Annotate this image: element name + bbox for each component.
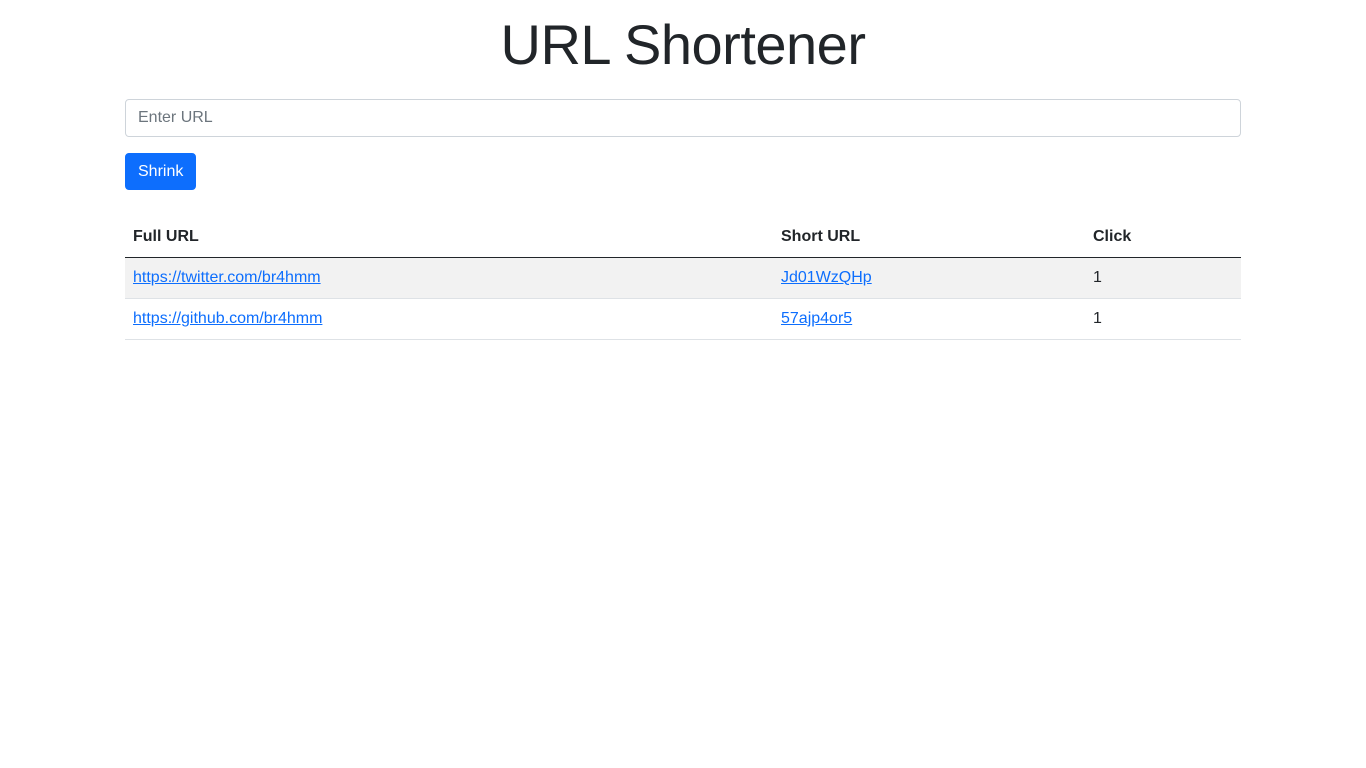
table-header: Full URL Short URL Click [125,217,1241,258]
full-url-cell: https://twitter.com/br4hmm [125,257,773,299]
short-url-cell: Jd01WzQHp [773,257,1085,299]
links-table: Full URL Short URL Click https://twitter… [125,217,1241,340]
url-input[interactable] [125,99,1241,137]
table-body: https://twitter.com/br4hmm Jd01WzQHp 1 h… [125,257,1241,340]
main-container: URL Shortener Shrink Full URL Short URL … [125,0,1241,340]
shrink-button[interactable]: Shrink [125,153,197,190]
short-url-cell: 57ajp4or5 [773,298,1085,340]
table-row: https://github.com/br4hmm 57ajp4or5 1 [125,298,1241,340]
full-url-link[interactable]: https://twitter.com/br4hmm [133,269,321,286]
table-row: https://twitter.com/br4hmm Jd01WzQHp 1 [125,257,1241,299]
click-count: 1 [1085,298,1241,340]
click-count: 1 [1085,257,1241,299]
short-url-link[interactable]: Jd01WzQHp [781,269,872,286]
shorten-form: Shrink [125,99,1241,190]
table-header-row: Full URL Short URL Click [125,217,1241,258]
column-header-clicks: Click [1085,217,1241,258]
page-title: URL Shortener [500,13,866,76]
short-url-link[interactable]: 57ajp4or5 [781,310,852,327]
full-url-link[interactable]: https://github.com/br4hmm [133,310,322,327]
column-header-full-url: Full URL [125,217,773,258]
column-header-short-url: Short URL [773,217,1085,258]
full-url-cell: https://github.com/br4hmm [125,298,773,340]
